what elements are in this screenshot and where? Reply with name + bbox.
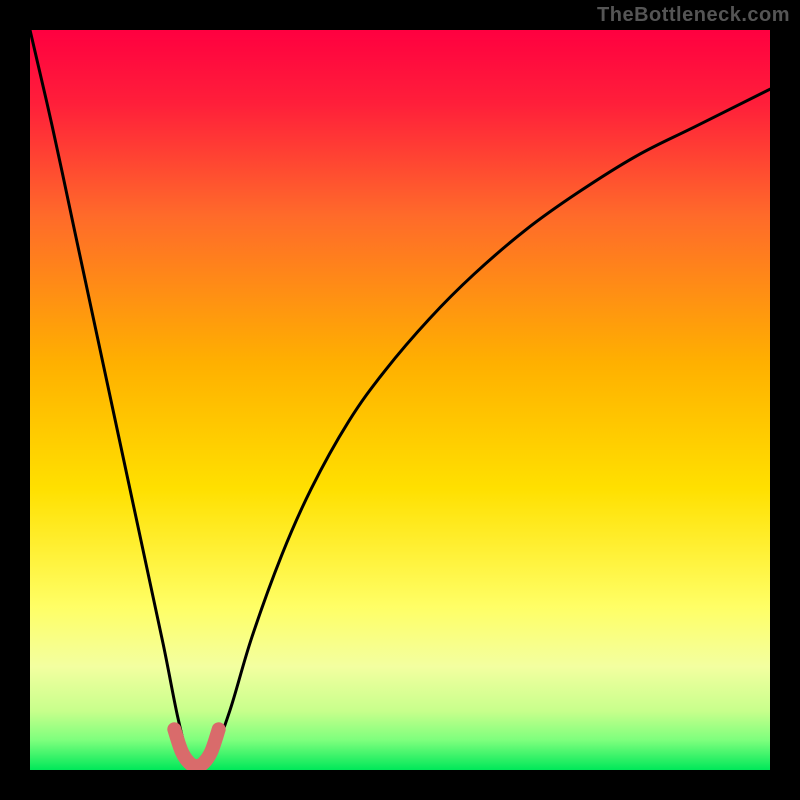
watermark-text: TheBottleneck.com: [597, 4, 790, 27]
chart-frame: TheBottleneck.com: [0, 0, 800, 800]
bottleneck-curve: [30, 30, 770, 770]
plot-area: [30, 30, 770, 770]
